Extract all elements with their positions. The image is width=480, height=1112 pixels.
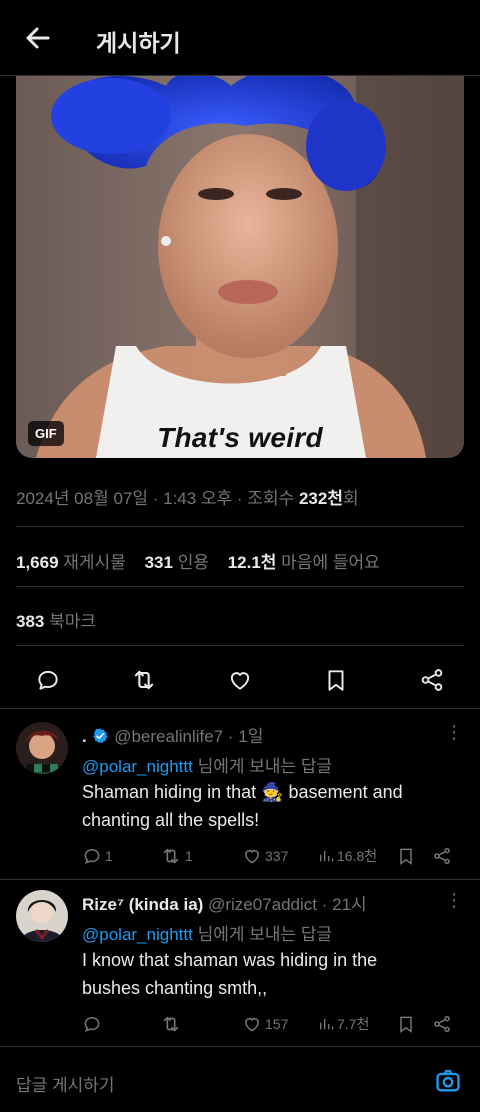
share-icon	[434, 1015, 450, 1033]
quotes-stat[interactable]: 331 인용	[145, 553, 209, 572]
repost-icon[interactable]	[124, 660, 164, 700]
bookmarks-stat: 383 북마크	[16, 612, 97, 631]
gif-caption: That's weird	[157, 422, 323, 453]
views-icon	[320, 850, 334, 862]
reply-text: Shaman hiding in that 🧙 basement and cha…	[82, 782, 403, 830]
like-icon	[245, 850, 259, 864]
post-timestamp: 2024년 08월 07일 · 1:43 오후 · 조회수	[16, 489, 299, 508]
divider	[0, 708, 480, 709]
reply-reply-button[interactable]	[82, 1012, 105, 1036]
reply-author-name[interactable]: .	[82, 727, 87, 746]
reply-composer[interactable]: 답글 게시하기	[0, 1046, 480, 1112]
reply-author-handle[interactable]: @rize07addict	[208, 895, 317, 914]
page-title: 게시하기	[96, 30, 181, 56]
bookmark-icon[interactable]	[316, 660, 356, 700]
reply-reply-button[interactable]: 1	[82, 844, 113, 868]
camera-icon[interactable]	[434, 1067, 462, 1095]
reply-repost-button[interactable]	[160, 1012, 185, 1036]
view-count: 232천	[298, 489, 343, 508]
reply-actions: 1 1 337 16.8천	[82, 844, 472, 868]
reply-author-handle[interactable]: @berealinlife7	[114, 727, 223, 746]
share-icon	[434, 847, 450, 865]
divider	[16, 645, 464, 646]
more-options-icon[interactable]: ⋮	[444, 890, 464, 914]
bookmark-icon	[400, 848, 412, 865]
reply-share-button[interactable]	[432, 844, 452, 868]
reply-header: . @berealinlife7 · 1일	[82, 722, 263, 747]
reply-time: · 21시	[321, 895, 367, 914]
post-meta: 2024년 08월 07일 · 1:43 오후 · 조회수 232천회	[16, 484, 359, 509]
engagement-stats: 1,669 재게시물 331 인용 12.1천 마음에 들어요	[16, 548, 380, 573]
reply-time: · 1일	[227, 727, 264, 746]
divider	[0, 879, 480, 880]
reply-item[interactable]: Rize⁷ (kinda ia) @rize07addict · 21시 ⋮ @…	[0, 890, 480, 1040]
gif-image	[16, 76, 464, 458]
bookmark-icon	[400, 1016, 412, 1033]
reply-like-button[interactable]: 337	[242, 844, 288, 868]
repost-icon	[163, 1016, 179, 1032]
gif-media[interactable]: GIF That's weird	[16, 76, 464, 458]
reply-bookmark-button[interactable]	[396, 1012, 416, 1036]
views-icon	[320, 1018, 334, 1030]
reply-icon	[84, 1016, 100, 1032]
like-icon[interactable]	[220, 660, 260, 700]
reply-input[interactable]: 답글 게시하기	[16, 1071, 115, 1096]
reply-repost-button[interactable]: 1	[160, 844, 193, 868]
avatar[interactable]	[16, 722, 68, 774]
repost-icon	[163, 848, 179, 864]
reply-icon	[84, 848, 100, 864]
verified-badge-icon	[93, 728, 108, 744]
reply-like-button[interactable]: 157	[242, 1012, 288, 1036]
reply-bookmark-button[interactable]	[396, 844, 416, 868]
reply-share-button[interactable]	[432, 1012, 452, 1036]
reply-header: Rize⁷ (kinda ia) @rize07addict · 21시	[82, 890, 367, 915]
likes-stat[interactable]: 12.1천 마음에 들어요	[228, 553, 380, 572]
replying-to: @polar_nighttt 님에게 보내는 답글	[82, 925, 333, 944]
mention-link[interactable]: @polar_nighttt	[82, 757, 193, 776]
more-options-icon[interactable]: ⋮	[444, 722, 464, 746]
avatar[interactable]	[16, 890, 68, 942]
back-arrow-icon[interactable]	[22, 22, 54, 54]
reposts-stat[interactable]: 1,669 재게시물	[16, 553, 126, 572]
divider	[16, 586, 464, 587]
reply-views[interactable]: 16.8천	[318, 844, 377, 868]
reply-author-name[interactable]: Rize⁷ (kinda ia)	[82, 895, 203, 914]
reply-item[interactable]: . @berealinlife7 · 1일 ⋮ @polar_nighttt 님…	[0, 722, 480, 880]
reply-icon[interactable]	[28, 660, 68, 700]
reply-text: I know that shaman was hiding in the bus…	[82, 950, 378, 998]
replying-to: @polar_nighttt 님에게 보내는 답글	[82, 757, 333, 776]
view-suffix: 회	[342, 489, 359, 508]
mention-link[interactable]: @polar_nighttt	[82, 925, 193, 944]
share-icon[interactable]	[412, 660, 452, 700]
post-actions	[0, 660, 480, 700]
divider	[16, 526, 464, 527]
reply-views[interactable]: 7.7천	[318, 1012, 369, 1036]
reply-actions: 157 7.7천	[82, 1012, 472, 1036]
like-icon	[245, 1018, 259, 1032]
top-bar: 게시하기	[0, 0, 480, 76]
